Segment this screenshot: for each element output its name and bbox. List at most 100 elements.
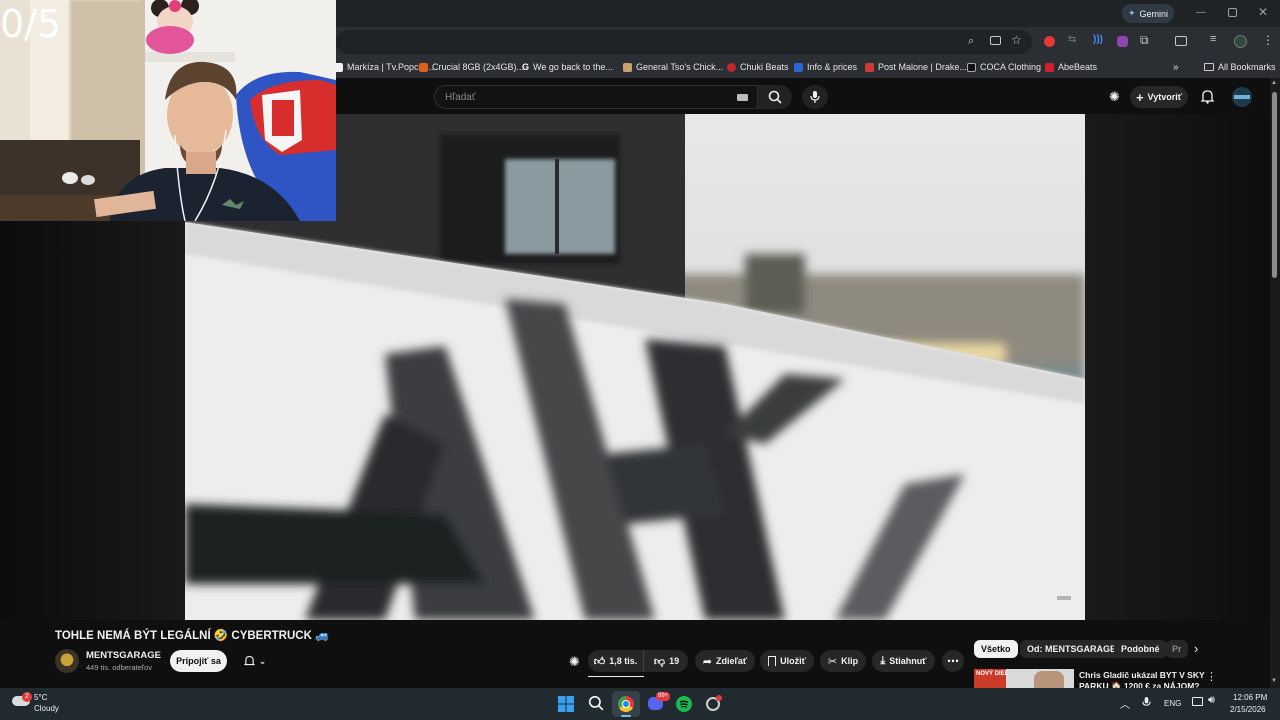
recommendation-title[interactable]: Chris Gladič ukázal BYT V SKY PARKU 🏠 12… [1079,670,1205,688]
bookmark-item[interactable]: Info & prices [794,56,857,78]
voice-search-button[interactable] [802,85,828,109]
channel-name[interactable]: MENTSGARAGE [86,650,161,661]
more-actions-button[interactable]: ⋯ [942,650,964,672]
media-control-icon[interactable]: ≡ [1210,33,1216,45]
search-button[interactable] [758,85,792,109]
all-bookmarks-button[interactable]: All Bookmarks [1204,56,1276,78]
language-indicator[interactable]: ENG [1164,699,1181,708]
sparkle-icon[interactable]: ✺ [1109,89,1120,105]
extension-arrows-icon[interactable]: ⇆ [1068,34,1076,45]
bookmark-label: Info & prices [807,62,858,72]
bookmark-item[interactable]: Chuki Beats [727,56,789,78]
discord-badge: 99+ [656,692,671,701]
chrome-icon-center [622,700,630,708]
share-arrow-icon: ➦ [702,655,712,668]
chips-next-icon[interactable]: › [1194,641,1198,656]
profile-avatar[interactable] [1234,35,1247,48]
gemini-button[interactable]: ✦ Gemini [1122,4,1174,23]
install-app-icon[interactable] [990,36,1001,45]
search-icon [768,90,782,104]
share-button[interactable]: ➦ Zdieľať [695,650,755,672]
clock-time[interactable]: 12:06 PM [1233,693,1267,702]
scroll-up-icon[interactable]: ▲ [1271,80,1277,86]
minimize-button[interactable]: — [1196,7,1208,19]
chip-partial[interactable]: Pr [1166,640,1188,658]
taskbar: 2 5°C Cloudy 99+ ︿ ENG 🔊︎ 12:06 PM 2/15/… [0,688,1280,720]
maximize-button[interactable] [1228,8,1237,17]
download-button[interactable]: ⤓ Stiahnuť [872,650,935,672]
plus-icon: + [1135,89,1144,105]
all-bookmarks-label: All Bookmarks [1218,62,1276,72]
chip-all[interactable]: Všetko [974,640,1018,658]
bookmarks-overflow-button[interactable]: » [1173,56,1179,78]
bookmark-favicon-icon [967,62,976,72]
save-button[interactable]: Uložiť [760,650,814,672]
recommendation-thumbnail[interactable]: NOVÝ DIEL [974,669,1074,688]
start-button[interactable] [558,696,574,712]
bookmark-item[interactable]: Crucial 8GB (2x4GB)... [419,56,524,78]
join-button[interactable]: Pripojiť sa [170,650,227,672]
spotify-icon [679,700,689,708]
subscriber-count: 449 tis. odberateľov [86,663,152,672]
extension-blue-icon[interactable]: ))) [1093,34,1103,45]
bookmark-label: AbeBeats [1058,62,1098,72]
extension-red-icon[interactable] [1044,36,1055,47]
join-label: Pripojiť sa [176,656,221,666]
windows-logo-icon [558,696,574,712]
dislike-button[interactable]: 👎︎ 19 [645,650,688,672]
account-avatar[interactable] [1232,87,1252,107]
address-bar[interactable]: ⌕ ☆ [336,30,1032,54]
network-icon[interactable] [1192,697,1203,706]
chip-from-channel[interactable]: Od: MENTSGARAGE [1020,640,1123,658]
chevron-down-icon: ⌄ [258,655,267,666]
scroll-down-icon[interactable]: ▼ [1271,678,1277,684]
taskbar-spotify-button[interactable] [676,696,692,712]
side-panel-icon[interactable] [1175,36,1187,46]
extension-purple-icon[interactable] [1117,36,1128,47]
bookmark-item[interactable]: G We go back to the... [522,56,613,78]
like-button[interactable]: 👍︎ 1,8 tis. [588,650,644,672]
gemini-icon: ✦ [1127,8,1136,18]
recommendation-menu-icon[interactable]: ⋮ [1206,670,1217,683]
taskbar-search-button[interactable] [588,695,604,716]
keyboard-icon[interactable] [737,94,748,101]
clock-date[interactable]: 2/15/2026 [1230,705,1266,714]
taskbar-discord-button[interactable]: 99+ [646,692,671,714]
taskbar-app-button[interactable] [705,695,723,713]
microphone-tray-icon[interactable] [1142,696,1151,714]
search-input[interactable]: Hľadať [434,85,758,109]
clip-label: Klip [841,656,859,666]
subscription-bell-button[interactable]: ⌄ [233,650,277,672]
weather-widget[interactable]: 2 5°C Cloudy [10,691,70,717]
close-window-button[interactable]: ✕ [1258,5,1268,19]
volume-icon[interactable]: 🔊︎ [1208,694,1215,707]
bookmark-item[interactable]: AbeBeats [1045,56,1097,78]
zoom-icon[interactable]: ⌕ [968,35,974,48]
weather-temp: 5°C [34,693,48,702]
like-dislike-group: 👍︎ 1,8 tis. 👎︎ 19 [588,650,688,672]
bookmark-item[interactable]: General Tso's Chick... [623,56,723,78]
bookmark-label: Post Malone | Drake... [878,62,967,72]
bookmark-item[interactable]: COCA Clothing [967,56,1041,78]
google-g-icon: G [522,62,530,72]
chrome-menu-icon[interactable]: ⋮ [1262,33,1274,47]
chip-related[interactable]: Podobné [1114,640,1167,658]
notifications-bell-icon[interactable] [1200,89,1215,109]
bookmark-item[interactable]: Post Malone | Drake... [865,56,967,78]
show-hidden-icons[interactable]: ︿ [1120,696,1130,711]
clip-button[interactable]: ✂ Klip [820,650,866,672]
bookmark-favicon-icon [1045,62,1054,72]
create-button[interactable]: + Vytvoriť [1130,86,1188,108]
bookmark-star-icon[interactable]: ☆ [1011,33,1022,47]
extensions-puzzle-icon[interactable]: ⧉ [1140,33,1149,48]
channel-avatar[interactable] [55,649,79,673]
webcam-overlay: 0/5 [0,0,336,221]
taskbar-chrome-button[interactable] [612,691,640,717]
bell-icon [243,656,255,666]
ai-sparkle-icon[interactable]: ✺ [569,654,580,670]
scrollbar-thumb[interactable] [1272,92,1277,278]
download-label: Stiahnuť [889,656,927,666]
scissors-icon: ✂ [827,655,838,668]
bookmark-label: COCA Clothing [980,62,1042,72]
bookmark-label: Crucial 8GB (2x4GB)... [432,62,525,72]
